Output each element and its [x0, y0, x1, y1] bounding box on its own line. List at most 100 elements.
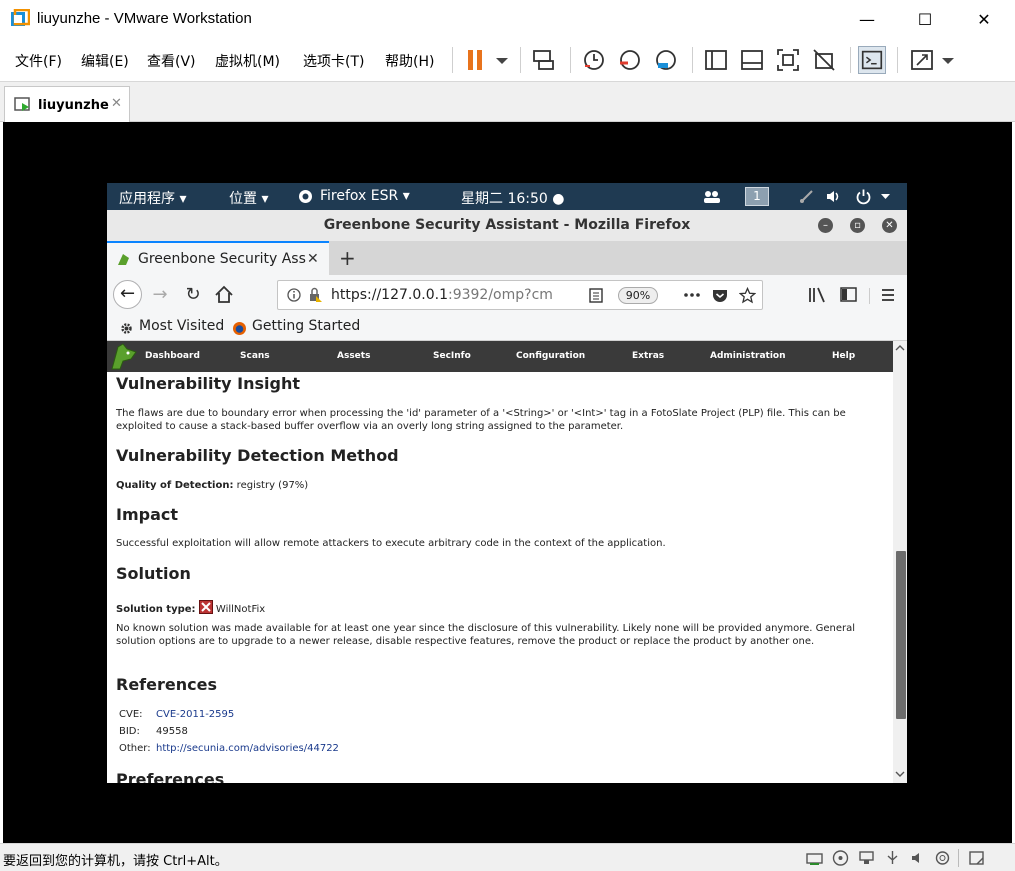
gnome-clock[interactable]: 星期二 16:50 ● — [461, 188, 564, 208]
section-heading-solution: Solution — [116, 564, 191, 583]
bookmark-most-visited[interactable]: Most Visited — [139, 318, 224, 334]
menu-tabs[interactable]: 选项卡(T) — [303, 51, 364, 71]
page-scrollbar[interactable] — [893, 341, 907, 783]
send-ctrl-alt-del-icon[interactable] — [530, 46, 558, 74]
nav-administration[interactable]: Administration — [710, 351, 786, 361]
show-library-icon[interactable] — [702, 46, 730, 74]
maximize-button[interactable]: ▫ — [850, 218, 865, 233]
vm-tab[interactable]: liuyunzhe ✕ — [4, 86, 130, 122]
unity-icon[interactable] — [810, 46, 838, 74]
cd-dvd-icon[interactable] — [832, 850, 849, 866]
sound-card-icon[interactable] — [910, 850, 927, 866]
nav-extras[interactable]: Extras — [632, 351, 664, 361]
fullscreen-icon[interactable] — [774, 46, 802, 74]
close-button[interactable]: ✕ — [955, 0, 1013, 38]
gnome-applications-menu[interactable]: 应用程序 ▾ — [119, 188, 186, 208]
browser-tab[interactable]: Greenbone Security Assistant ✕ — [107, 241, 329, 275]
reload-button[interactable]: ↻ — [180, 282, 206, 308]
impact-text: Successful exploitation will allow remot… — [116, 538, 666, 549]
library-icon[interactable] — [808, 287, 826, 303]
new-tab-button[interactable]: + — [339, 246, 356, 270]
sidebar-icon[interactable] — [840, 287, 857, 303]
menu-help[interactable]: 帮助(H) — [385, 51, 434, 71]
url-bar[interactable]: https://127.0.0.1:9392/omp?cmd= 90% — [277, 280, 763, 310]
close-icon[interactable]: ✕ — [111, 96, 122, 111]
menu-edit[interactable]: 编辑(E) — [81, 51, 129, 71]
ref-bid-value: 49558 — [156, 726, 188, 737]
chevron-down-icon[interactable] — [880, 191, 891, 202]
thumbnail-bar-icon[interactable] — [738, 46, 766, 74]
nav-scans[interactable]: Scans — [240, 351, 270, 361]
navigation-toolbar: ← → ↻ https://127.0.0.1:9392/omp?cmd= 90… — [107, 275, 907, 315]
network-icon[interactable] — [799, 189, 814, 204]
reload-icon: ↻ — [185, 284, 201, 305]
snapshot-manager-icon[interactable] — [652, 46, 680, 74]
nav-secinfo[interactable]: SecInfo — [433, 351, 471, 361]
page-actions-icon[interactable] — [683, 289, 701, 301]
back-button[interactable]: ← — [113, 280, 142, 309]
nav-assets[interactable]: Assets — [337, 351, 370, 361]
chevron-down-icon[interactable] — [934, 46, 962, 74]
maximize-icon: ▫ — [854, 220, 861, 231]
volume-icon[interactable] — [825, 188, 842, 205]
toolbar-separator — [850, 47, 851, 73]
greenbone-logo-icon[interactable] — [109, 341, 139, 372]
console-view-icon[interactable] — [858, 46, 886, 74]
status-message: 要返回到您的计算机，请按 Ctrl+Alt。 — [3, 854, 228, 869]
quality-of-detection: Quality of Detection: registry (97%) — [116, 480, 309, 491]
ref-cve-link[interactable]: CVE-2011-2595 — [156, 708, 456, 721]
close-button[interactable]: ✕ — [882, 218, 897, 233]
nav-configuration[interactable]: Configuration — [516, 351, 585, 361]
bookmark-getting-started[interactable]: Getting Started — [252, 318, 360, 334]
revert-snapshot-icon[interactable] — [616, 46, 644, 74]
greenbone-favicon-icon — [118, 254, 129, 265]
pocket-icon[interactable] — [712, 288, 728, 303]
menu-file[interactable]: 文件(F) — [15, 51, 62, 71]
network-adapter-icon[interactable] — [858, 850, 875, 866]
display-icon[interactable] — [934, 850, 951, 866]
gear-icon — [121, 323, 132, 334]
ref-other-link[interactable]: http://secunia.com/advisories/44722 — [156, 742, 556, 755]
pause-icon[interactable] — [462, 46, 490, 74]
url-text[interactable]: https://127.0.0.1:9392/omp?cmd= — [331, 287, 553, 303]
power-icon[interactable] — [855, 188, 872, 205]
close-icon: ✕ — [977, 9, 991, 29]
hard-disk-icon[interactable] — [806, 850, 823, 866]
minimize-button[interactable]: – — [818, 218, 833, 233]
solution-type: Solution type: WillNotFix — [116, 600, 886, 616]
minimize-button[interactable]: — — [838, 0, 896, 38]
snapshot-icon[interactable] — [580, 46, 608, 74]
zoom-indicator[interactable]: 90% — [618, 287, 658, 304]
reader-view-icon[interactable] — [589, 288, 603, 303]
scroll-up-icon[interactable] — [895, 343, 905, 353]
home-icon[interactable] — [211, 282, 237, 308]
gsa-navigation-bar: Dashboard Scans Assets SecInfo Configura… — [107, 341, 893, 372]
hamburger-menu-icon[interactable] — [880, 287, 896, 303]
gnome-active-app-menu[interactable]: Firefox ESR ▾ — [320, 188, 410, 204]
message-log-icon[interactable] — [968, 850, 985, 866]
section-heading-insight: Vulnerability Insight — [116, 374, 301, 393]
ref-cve-label: CVE: — [119, 709, 143, 720]
nav-dashboard[interactable]: Dashboard — [145, 351, 200, 361]
minimize-icon: – — [823, 220, 828, 231]
forward-button[interactable]: → — [147, 282, 173, 308]
usb-icon[interactable] — [884, 850, 901, 866]
section-heading-impact: Impact — [116, 505, 179, 524]
close-icon[interactable]: ✕ — [307, 251, 319, 267]
scrollbar-thumb[interactable] — [896, 551, 906, 719]
workspace-indicator[interactable]: 1 — [745, 187, 769, 206]
insecure-lock-icon[interactable] — [307, 287, 323, 303]
scroll-down-icon[interactable] — [895, 769, 905, 779]
menu-vm[interactable]: 虚拟机(M) — [215, 51, 280, 71]
maximize-button[interactable]: ☐ — [896, 0, 954, 38]
firefox-window: Greenbone Security Assistant - Mozilla F… — [107, 210, 907, 783]
insight-text: The flaws are due to boundary error when… — [116, 408, 846, 432]
bookmark-star-icon[interactable] — [739, 287, 756, 304]
info-icon[interactable] — [287, 288, 301, 302]
users-icon[interactable] — [703, 189, 721, 204]
chevron-down-icon[interactable] — [488, 46, 516, 74]
gnome-places-menu[interactable]: 位置 ▾ — [229, 188, 268, 208]
menu-view[interactable]: 查看(V) — [147, 51, 196, 71]
nav-help[interactable]: Help — [832, 351, 855, 361]
stretch-guest-icon[interactable] — [908, 46, 936, 74]
